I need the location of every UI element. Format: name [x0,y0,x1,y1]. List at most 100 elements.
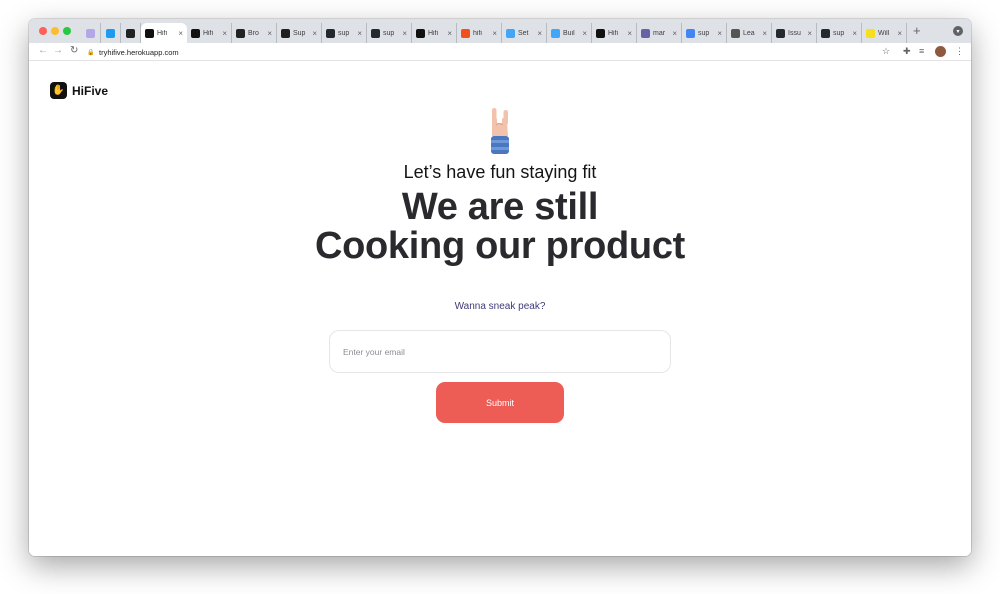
tab-label: sup [338,29,350,37]
hifive-icon [596,28,605,38]
tab-label: Issu [788,29,801,37]
tab-label: hifi [473,29,482,37]
menu-kebab-icon[interactable]: ⋮ [955,46,964,57]
tab-label: Hifi [608,29,619,37]
hifive-icon [416,28,425,38]
page-title: We are still Cooking our product [29,188,971,266]
back-arrow-icon[interactable]: ← [38,45,48,56]
flutter-icon [551,28,560,38]
tab[interactable] [121,23,141,43]
close-tab-icon[interactable]: × [492,29,497,38]
close-tab-icon[interactable]: × [312,29,317,38]
tab[interactable]: Hifi × [187,23,232,43]
close-tab-icon[interactable]: × [762,29,767,38]
address-bar[interactable]: 🔒 tryhifive.herokuapp.com [87,45,867,59]
tab[interactable]: sup × [322,23,367,43]
google-icon [686,28,695,38]
github-icon [776,28,785,38]
maximize-window-button[interactable] [63,27,71,35]
app-icon [236,28,245,38]
close-tab-icon[interactable]: × [627,29,632,38]
tab-label: Hifi [157,29,168,37]
close-tab-icon[interactable]: × [852,29,857,38]
tab-label: Hifi [428,29,439,37]
close-tab-icon[interactable]: × [717,29,722,38]
tab-search-icon[interactable]: ▾ [953,26,963,36]
tab-label: Will [878,29,890,37]
tab[interactable]: Set × [502,23,547,43]
hand-wave-icon: ✋ [50,82,67,99]
close-tab-icon[interactable]: × [222,29,227,38]
hifive-icon [145,28,154,38]
forward-arrow-icon[interactable]: → [53,45,63,56]
hifive-logo[interactable]: ✋ HiFive [50,82,108,99]
email-field[interactable] [329,330,671,373]
tab-strip: Hifi × Hifi × Bro × Sup × sup × sup × Hifi × hifi × Set ×… [29,19,971,43]
url-text: tryhifive.herokuapp.com [99,47,179,57]
close-tab-icon[interactable]: × [267,29,272,38]
submit-button[interactable]: Submit [436,382,564,423]
close-tab-icon[interactable]: × [178,29,183,38]
close-tab-icon[interactable]: × [582,29,587,38]
supabase-icon [281,28,290,38]
close-tab-icon[interactable]: × [402,29,407,38]
browser-toolbar: ← → ↻ 🔒 tryhifive.herokuapp.com ☆ ✚ ≡ ⋮ [29,43,971,61]
page-content: ✋ HiFive Let’s have fun staying fit We a… [29,61,971,556]
github-icon [371,28,380,38]
app-icon [126,28,135,38]
tab-label: Sup [293,29,306,37]
close-tab-icon[interactable]: × [672,29,677,38]
new-tab-button[interactable]: + [913,23,921,38]
browser-window: Hifi × Hifi × Bro × Sup × sup × sup × Hifi × hifi × Set ×… [29,19,971,556]
brand-name: HiFive [72,83,109,98]
extensions-puzzle-icon[interactable]: ✚ [903,46,911,57]
headline-line-1: We are still [401,186,599,228]
tab-label: Lea [743,29,755,37]
close-tab-icon[interactable]: × [447,29,452,38]
tab-label: sup [698,29,710,37]
close-tab-icon[interactable]: × [897,29,902,38]
rock-on-hand-icon [491,108,509,154]
tab-list: Hifi × Hifi × Bro × Sup × sup × sup × Hifi × hifi × Set ×… [81,23,907,43]
close-tab-icon[interactable]: × [357,29,362,38]
tab[interactable]: Sup × [277,23,322,43]
tab-label: Bro [248,29,259,37]
profile-avatar[interactable] [935,46,946,57]
flutter-icon [506,28,515,38]
media-queue-icon[interactable]: ≡ [919,46,924,56]
headline-line-2: Cooking our product [314,225,686,267]
tab[interactable] [101,23,121,43]
tab[interactable]: mar × [637,23,682,43]
tab[interactable]: Hifi × [592,23,637,43]
github-icon [326,28,335,38]
lock-icon: 🔒 [87,50,95,56]
close-window-button[interactable] [39,27,47,35]
tab[interactable]: sup × [682,23,727,43]
figma-icon [461,28,470,38]
tab[interactable]: Issu × [772,23,817,43]
tab[interactable]: hifi × [457,23,502,43]
tab[interactable]: Hifi × [412,23,457,43]
bolt-icon [866,28,875,38]
close-tab-icon[interactable]: × [537,29,542,38]
twitter-icon [106,28,115,38]
tab[interactable] [81,23,101,43]
tab-label: Hifi [203,29,214,37]
tab[interactable]: sup × [817,23,862,43]
glasses-icon [731,28,740,38]
hifive-icon [191,28,200,38]
close-tab-icon[interactable]: × [807,29,812,38]
tab[interactable]: Bro × [232,23,277,43]
tagline: Let’s have fun staying fit [403,162,597,182]
bookmark-star-icon[interactable]: ☆ [882,46,890,57]
minimize-window-button[interactable] [51,27,59,35]
tab[interactable]: Lea × [727,23,772,43]
kite-icon [86,28,95,38]
tab-active[interactable]: Hifi × [141,23,187,43]
tab[interactable]: Will × [862,23,907,43]
reload-icon[interactable]: ↻ [70,45,78,56]
sneak-peek-prompt: Wanna sneak peak? [454,301,546,312]
tab[interactable]: Buil × [547,23,592,43]
tab[interactable]: sup × [367,23,412,43]
tab-label: sup [383,29,395,37]
